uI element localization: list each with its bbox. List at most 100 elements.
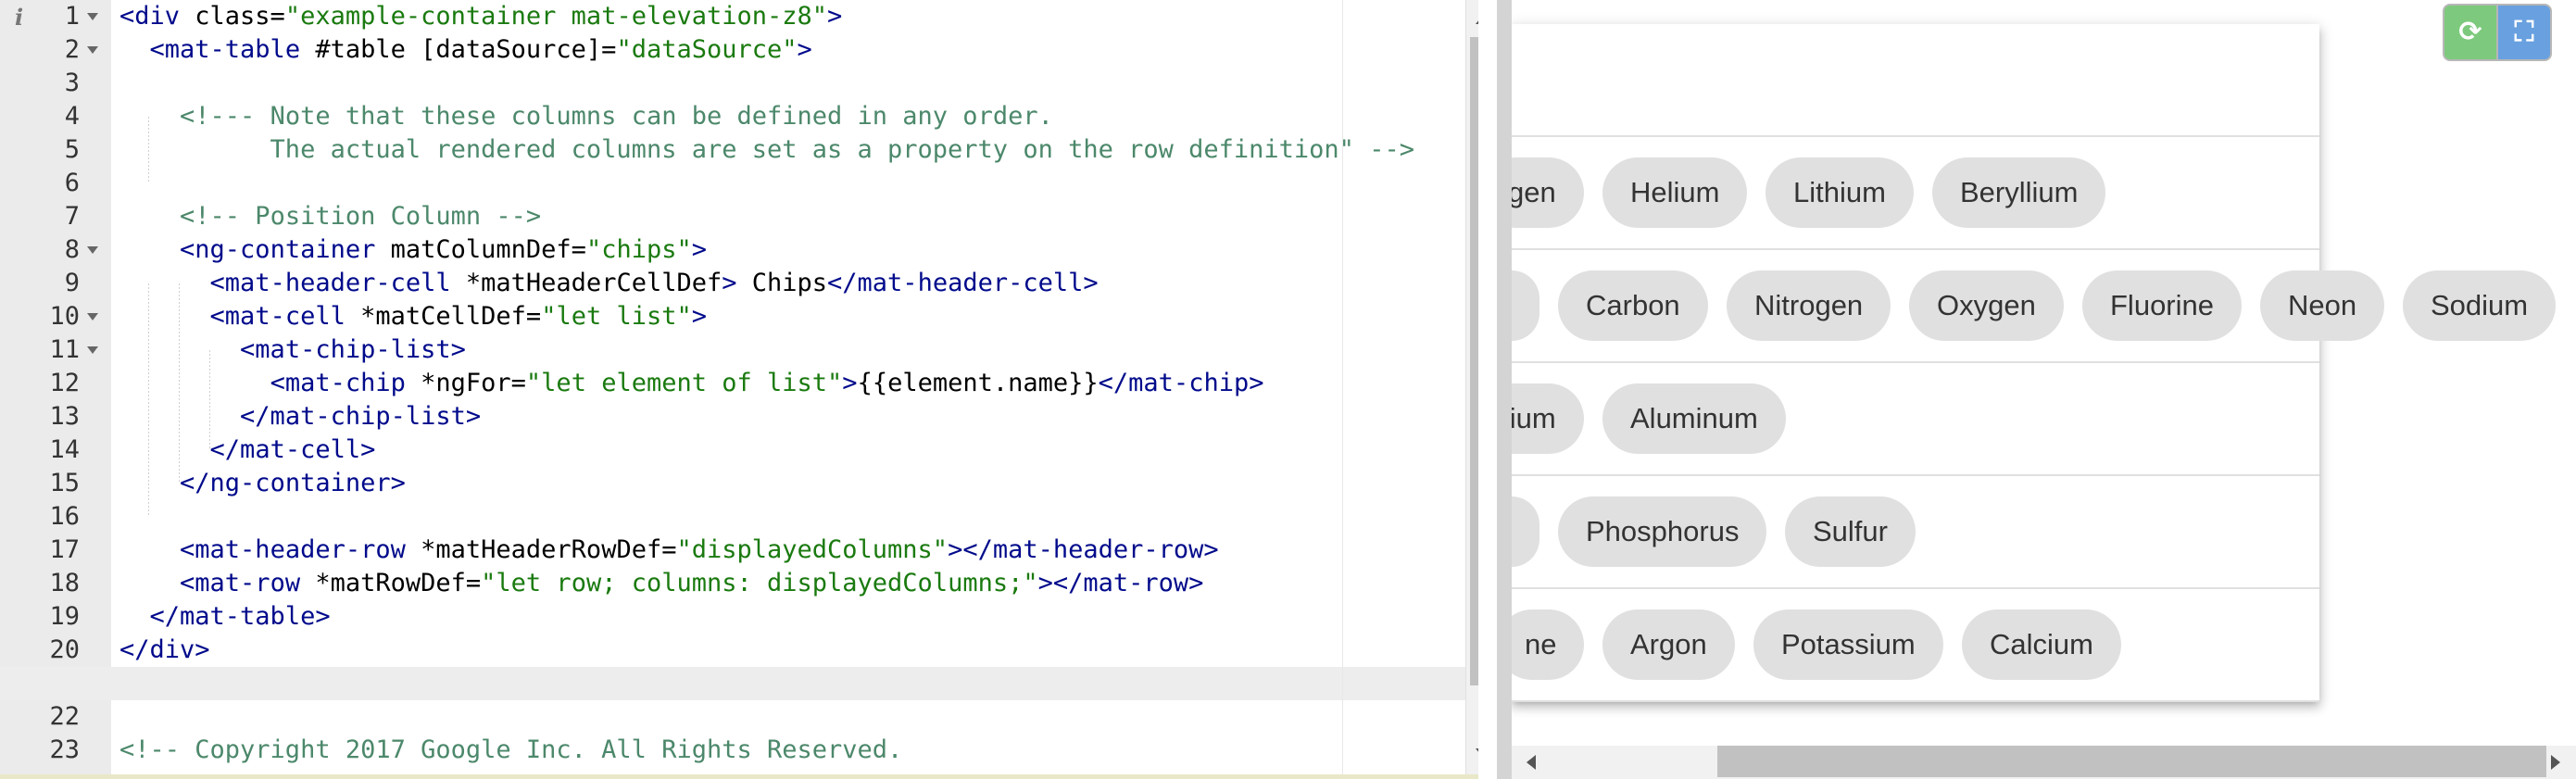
element-chip[interactable] (1512, 270, 1539, 341)
code-line[interactable]: <!--- Note that these columns can be def… (119, 100, 1053, 133)
element-chip[interactable]: Oxygen (1909, 270, 2064, 341)
info-icon[interactable]: i (15, 4, 23, 31)
preview-pane: gen Helium Lithium Beryllium Carbon Nitrogen O… (1512, 0, 2576, 779)
element-chip[interactable]: Argon (1602, 609, 1735, 680)
element-chip[interactable]: Calcium (1962, 609, 2121, 680)
element-chip[interactable]: Sodium (2403, 270, 2557, 341)
code-line[interactable]: </ng-container> (119, 467, 406, 500)
element-chip[interactable]: Beryllium (1932, 157, 2106, 228)
element-chip[interactable]: Neon (2260, 270, 2385, 341)
line-number: 16 (49, 502, 80, 531)
expand-button[interactable]: ⛶ (2496, 4, 2552, 61)
fold-toggle-icon[interactable] (87, 346, 98, 354)
line-number: 1 (64, 2, 80, 31)
pane-splitter[interactable] (1497, 0, 1512, 779)
code-line[interactable]: </div> (119, 634, 210, 667)
line-number: 4 (64, 102, 80, 131)
code-token: *ngFor= (421, 369, 526, 397)
code-line[interactable]: <mat-header-cell *matHeaderCellDef> Chip… (119, 267, 1099, 300)
horizontal-scroll-thumb[interactable] (1717, 746, 2546, 777)
code-token: <!-- Copyright 2017 Google Inc. All Righ… (119, 735, 903, 764)
code-token: "displayedColumns" (676, 535, 949, 564)
fold-toggle-icon[interactable] (87, 13, 98, 20)
code-line[interactable]: <mat-header-row *matHeaderRowDef="displa… (119, 534, 1219, 567)
code-line[interactable]: </mat-table> (119, 600, 331, 634)
code-token: "let row; columns: displayedColumns;" (481, 569, 1038, 597)
element-chip[interactable]: esium (1512, 383, 1584, 454)
scroll-right-arrow-icon[interactable] (2551, 755, 2560, 770)
code-token: </div> (119, 635, 210, 664)
table-row: Phosphorus Sulfur (1512, 476, 2319, 589)
fold-toggle-icon[interactable] (87, 46, 98, 54)
line-number: 5 (64, 135, 80, 164)
line-number: 9 (64, 269, 80, 297)
code-token: The actual rendered columns are set as a… (119, 135, 1414, 164)
code-token: *matHeaderRowDef= (421, 535, 677, 564)
code-token: <mat-chip-list> (240, 335, 466, 364)
code-token: <mat-header-row (180, 535, 421, 564)
code-token: "let list" (541, 302, 692, 331)
element-chip[interactable]: gen (1512, 157, 1584, 228)
element-chip[interactable]: Sulfur (1785, 496, 1916, 567)
code-token: <mat-chip (270, 369, 421, 397)
line-number: 17 (49, 535, 80, 564)
element-chip[interactable]: Phosphorus (1558, 496, 1767, 567)
horizontal-scrollbar[interactable] (1512, 746, 2576, 779)
code-line[interactable]: <!-- Copyright 2017 Google Inc. All Righ… (119, 734, 902, 767)
element-chip[interactable]: Nitrogen (1727, 270, 1891, 341)
element-chip[interactable]: Helium (1602, 157, 1748, 228)
fold-toggle-icon[interactable] (87, 313, 98, 320)
element-chip[interactable]: Fluorine (2082, 270, 2242, 341)
code-token: *matCellDef= (360, 302, 542, 331)
code-token: </mat-header-cell> (827, 269, 1099, 297)
line-number: 19 (49, 602, 80, 631)
table-row: ne Argon Potassium Calcium (1512, 589, 2319, 702)
preview-toolbar: ⟳ ⛶ (2443, 0, 2559, 63)
scroll-up-arrow-icon[interactable] (1476, 15, 1478, 24)
code-line[interactable]: <mat-cell *matCellDef="let list"> (119, 300, 707, 333)
vertical-scrollbar[interactable] (1465, 0, 1478, 779)
code-line[interactable]: <!-- Position Column --> (119, 200, 541, 233)
line-number: 7 (64, 202, 80, 231)
code-token: </mat-table> (149, 602, 331, 631)
element-chip[interactable]: Carbon (1558, 270, 1708, 341)
code-line[interactable]: <mat-table #table [dataSource]="dataSour… (119, 33, 812, 67)
code-line[interactable]: </mat-cell> (119, 433, 376, 467)
code-token: </ng-container> (180, 469, 406, 497)
element-chip[interactable]: Potassium (1753, 609, 1943, 680)
element-chip[interactable]: ne (1512, 609, 1585, 680)
element-chip[interactable]: Aluminum (1602, 383, 1786, 454)
element-chip[interactable]: Lithium (1766, 157, 1914, 228)
fold-toggle-icon[interactable] (87, 246, 98, 254)
vertical-scroll-thumb[interactable] (1470, 37, 1478, 685)
code-line[interactable]: <mat-row *matRowDef="let row; columns: d… (119, 567, 1203, 600)
code-token: > (691, 302, 708, 331)
scroll-left-arrow-icon[interactable] (1527, 755, 1536, 770)
line-number: 2 (64, 35, 80, 64)
line-number: 12 (49, 369, 80, 397)
code-token: *matRowDef= (315, 569, 482, 597)
code-line[interactable]: The actual rendered columns are set as a… (119, 133, 1414, 167)
code-token: <!--- Note that these columns can be def… (180, 102, 1053, 131)
code-line[interactable]: </mat-chip-list> (119, 400, 481, 433)
code-token: ></mat-row> (1037, 569, 1204, 597)
refresh-button[interactable]: ⟳ (2443, 4, 2498, 61)
line-number: 20 (49, 635, 80, 664)
code-line[interactable]: <div class="example-container mat-elevat… (119, 0, 842, 33)
print-margin (1342, 0, 1343, 779)
code-editor[interactable]: i 1234567891011121314151617181920212223 … (0, 0, 1478, 779)
element-chip[interactable] (1512, 496, 1539, 567)
code-line[interactable]: <mat-chip-list> (119, 333, 466, 367)
code-token: </mat-chip-list> (240, 402, 482, 431)
scroll-down-arrow-icon[interactable] (1476, 748, 1478, 758)
code-line[interactable]: <ng-container matColumnDef="chips"> (119, 233, 707, 267)
code-line[interactable]: <mat-chip *ngFor="let element of list">{… (119, 367, 1264, 400)
